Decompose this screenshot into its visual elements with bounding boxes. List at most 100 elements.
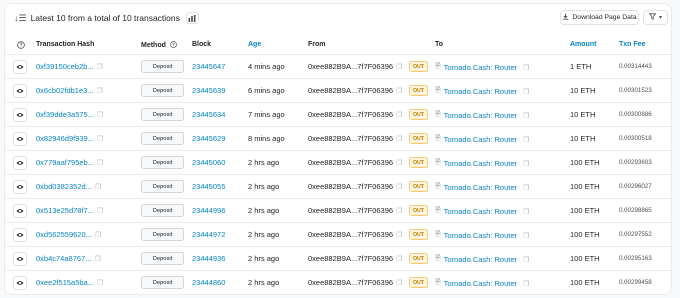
copy-icon[interactable]: ❐ bbox=[396, 207, 402, 215]
copy-icon[interactable]: ❐ bbox=[97, 135, 103, 143]
column-header-block: Block bbox=[192, 41, 212, 48]
copy-icon[interactable]: ❐ bbox=[523, 112, 529, 120]
copy-icon[interactable]: ❐ bbox=[523, 64, 529, 72]
transaction-hash-link[interactable]: 0xf39dde3a575... ❐ bbox=[36, 110, 103, 119]
copy-icon[interactable]: ❐ bbox=[523, 280, 529, 288]
txn-fee-text: 0.00301523 bbox=[619, 87, 652, 94]
from-address[interactable]: 0xee882B9A...7f7F06396 ❐ bbox=[308, 158, 402, 167]
copy-icon[interactable]: ❐ bbox=[97, 207, 103, 215]
copy-icon[interactable]: ❐ bbox=[396, 87, 402, 95]
from-address[interactable]: 0xee882B9A...7f7F06396 ❐ bbox=[308, 134, 402, 143]
block-link[interactable]: 23444936 bbox=[192, 254, 225, 263]
copy-icon[interactable]: ❐ bbox=[523, 208, 529, 216]
transaction-hash-link[interactable]: 0x6cb02fdb1e3... ❐ bbox=[36, 86, 103, 95]
copy-icon[interactable]: ❐ bbox=[523, 256, 529, 264]
copy-icon[interactable]: ❐ bbox=[396, 183, 402, 191]
contract-file-icon: 🗎 bbox=[435, 279, 441, 286]
to-address-link[interactable]: 🗎 Tornado.Cash: Router ❐ bbox=[435, 254, 529, 265]
transaction-hash-link[interactable]: 0x779aaf795eb... ❐ bbox=[36, 158, 103, 167]
age-text: 6 mins ago bbox=[248, 86, 285, 95]
view-details-eye-icon[interactable] bbox=[13, 132, 27, 146]
view-details-eye-icon[interactable] bbox=[13, 180, 27, 194]
copy-icon[interactable]: ❐ bbox=[97, 87, 103, 95]
copy-icon[interactable]: ❐ bbox=[523, 88, 529, 96]
copy-icon[interactable]: ❐ bbox=[396, 279, 402, 287]
to-address-link[interactable]: 🗎 Tornado.Cash: Router ❐ bbox=[435, 62, 529, 73]
from-address[interactable]: 0xee882B9A...7f7F06396 ❐ bbox=[308, 62, 402, 71]
copy-icon[interactable]: ❐ bbox=[97, 63, 103, 71]
copy-icon[interactable]: ❐ bbox=[97, 159, 103, 167]
to-address-link[interactable]: 🗎 Tornado.Cash: Router ❐ bbox=[435, 206, 529, 217]
from-address[interactable]: 0xee882B9A...7f7F06396 ❐ bbox=[308, 206, 402, 215]
to-address-link[interactable]: 🗎 Tornado.Cash: Router ❐ bbox=[435, 278, 529, 289]
from-address[interactable]: 0xee882B9A...7f7F06396 ❐ bbox=[308, 182, 402, 191]
transaction-hash-link[interactable]: 0x513e25d78f7... ❐ bbox=[36, 206, 103, 215]
block-link[interactable]: 23444972 bbox=[192, 230, 225, 239]
analytics-chart-icon[interactable] bbox=[185, 12, 199, 24]
copy-icon[interactable]: ❐ bbox=[396, 111, 402, 119]
transaction-hash-link[interactable]: 0xbd0382352d... ❐ bbox=[36, 182, 101, 191]
copy-icon[interactable]: ❐ bbox=[396, 159, 402, 167]
amount-text: 100 ETH bbox=[570, 182, 600, 191]
transaction-hash-link[interactable]: 0xb4c74a8767... ❐ bbox=[36, 254, 101, 263]
transaction-hash-link[interactable]: 0xf39150ceb2b... ❐ bbox=[36, 62, 103, 71]
column-header-hash: Transaction Hash bbox=[36, 41, 95, 48]
block-link[interactable]: 23445055 bbox=[192, 182, 225, 191]
view-details-eye-icon[interactable] bbox=[13, 228, 27, 242]
view-details-eye-icon[interactable] bbox=[13, 276, 27, 290]
to-address-link[interactable]: 🗎 Tornado.Cash: Router ❐ bbox=[435, 158, 529, 169]
download-page-data-button[interactable]: Download Page Data bbox=[560, 10, 639, 25]
from-address[interactable]: 0xee882B9A...7f7F06396 ❐ bbox=[308, 254, 402, 263]
column-header-age[interactable]: Age bbox=[248, 41, 261, 48]
transaction-hash-link[interactable]: 0xd562559620... ❐ bbox=[36, 230, 101, 239]
view-details-eye-icon[interactable] bbox=[13, 204, 27, 218]
transactions-summary: ↓☰ Latest 10 from a total of 10 transact… bbox=[14, 12, 199, 24]
age-text: 2 hrs ago bbox=[248, 230, 280, 239]
copy-icon[interactable]: ❐ bbox=[396, 231, 402, 239]
copy-icon[interactable]: ❐ bbox=[396, 255, 402, 263]
copy-icon[interactable]: ❐ bbox=[97, 279, 103, 287]
block-link[interactable]: 23444860 bbox=[192, 278, 225, 287]
copy-icon[interactable]: ❐ bbox=[95, 183, 101, 191]
view-details-eye-icon[interactable] bbox=[13, 60, 27, 74]
amount-text: 100 ETH bbox=[570, 158, 600, 167]
to-address-link[interactable]: 🗎 Tornado.Cash: Router ❐ bbox=[435, 110, 529, 121]
copy-icon[interactable]: ❐ bbox=[523, 160, 529, 168]
copy-icon[interactable]: ❐ bbox=[523, 136, 529, 144]
copy-icon[interactable]: ❐ bbox=[94, 255, 100, 263]
view-details-eye-icon[interactable] bbox=[13, 156, 27, 170]
to-address-link[interactable]: 🗎 Tornado.Cash: Router ❐ bbox=[435, 182, 529, 193]
copy-icon[interactable]: ❐ bbox=[523, 184, 529, 192]
block-link[interactable]: 23445634 bbox=[192, 110, 225, 119]
block-link[interactable]: 23445060 bbox=[192, 158, 225, 167]
from-address[interactable]: 0xee882B9A...7f7F06396 ❐ bbox=[308, 86, 402, 95]
column-header-fee[interactable]: Txn Fee bbox=[619, 41, 645, 48]
transaction-hash-link[interactable]: 0xee2f515a5ba... ❐ bbox=[36, 278, 103, 287]
from-address[interactable]: 0xee882B9A...7f7F06396 ❐ bbox=[308, 278, 402, 287]
block-link[interactable]: 23445629 bbox=[192, 134, 225, 143]
to-address-link[interactable]: 🗎 Tornado.Cash: Router ❐ bbox=[435, 86, 529, 97]
view-details-eye-icon[interactable] bbox=[13, 252, 27, 266]
copy-icon[interactable]: ❐ bbox=[97, 111, 103, 119]
filter-button[interactable]: ▾ bbox=[643, 10, 668, 25]
copy-icon[interactable]: ❐ bbox=[396, 135, 402, 143]
from-address[interactable]: 0xee882B9A...7f7F06396 ❐ bbox=[308, 230, 402, 239]
transaction-hash-link[interactable]: 0x82946d9f939... ❐ bbox=[36, 134, 103, 143]
to-address-link[interactable]: 🗎 Tornado.Cash: Router ❐ bbox=[435, 134, 529, 145]
copy-icon[interactable]: ❐ bbox=[523, 232, 529, 240]
help-icon[interactable]: ? bbox=[17, 41, 25, 51]
sort-icon[interactable]: ↓☰ bbox=[14, 13, 27, 24]
from-address[interactable]: 0xee882B9A...7f7F06396 ❐ bbox=[308, 110, 402, 119]
table-row: 0xb4c74a8767... ❐ Deposit 23444936 2 hrs … bbox=[5, 247, 671, 271]
view-details-eye-icon[interactable] bbox=[13, 108, 27, 122]
copy-icon[interactable]: ❐ bbox=[95, 231, 101, 239]
txn-fee-text: 0.00314443 bbox=[619, 63, 652, 70]
block-link[interactable]: 23445639 bbox=[192, 86, 225, 95]
to-address-link[interactable]: 🗎 Tornado.Cash: Router ❐ bbox=[435, 230, 529, 241]
copy-icon[interactable]: ❐ bbox=[396, 63, 402, 71]
view-details-eye-icon[interactable] bbox=[13, 84, 27, 98]
method-badge: Deposit bbox=[141, 228, 184, 241]
column-header-amount[interactable]: Amount bbox=[570, 41, 596, 48]
block-link[interactable]: 23444996 bbox=[192, 206, 225, 215]
block-link[interactable]: 23445647 bbox=[192, 62, 225, 71]
